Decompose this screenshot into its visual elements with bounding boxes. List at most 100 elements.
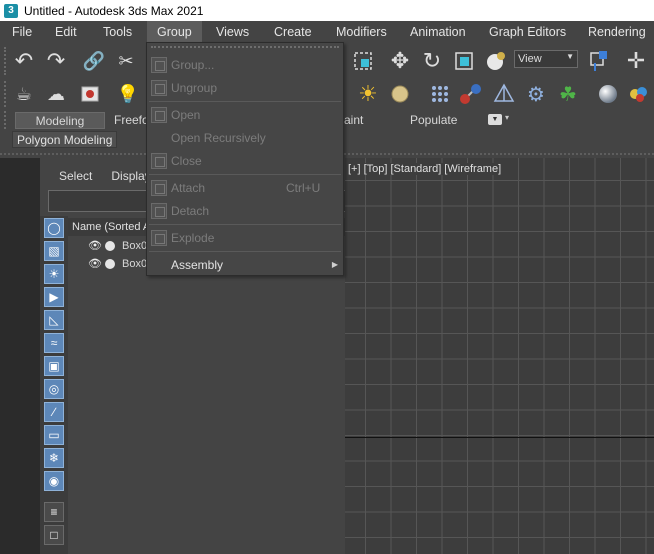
- detach-icon: [151, 203, 167, 219]
- menu-item-attach[interactable]: Attach Ctrl+U: [147, 177, 343, 199]
- explorer-tab-display[interactable]: Display: [111, 166, 150, 186]
- unlink-icon[interactable]: ✂: [114, 49, 138, 73]
- helpers-filter-icon[interactable]: ◺: [44, 310, 64, 330]
- visibility-eye-icon[interactable]: 👁: [88, 237, 102, 255]
- group-icon: [151, 57, 167, 73]
- menu-item-label: Ungroup: [171, 81, 218, 95]
- scale-icon[interactable]: [452, 49, 476, 73]
- toolbar-grip: [4, 111, 8, 129]
- menu-item-label: Attach: [171, 181, 206, 195]
- ribbon-tab-modeling[interactable]: Modeling: [15, 112, 105, 129]
- menu-item-shortcut: Ctrl+U: [286, 181, 321, 195]
- render-frame-icon[interactable]: [78, 82, 102, 106]
- open-group-icon: [151, 107, 167, 123]
- document-icon[interactable]: ≡: [44, 502, 64, 522]
- ribbon-options-icon[interactable]: ▼: [488, 114, 502, 125]
- menu-animation[interactable]: Animation: [410, 21, 466, 43]
- render-setup-icon[interactable]: [626, 82, 650, 106]
- select-manipulate-icon[interactable]: ✛: [624, 48, 648, 73]
- polygon-modeling-panel[interactable]: Polygon Modeling: [12, 131, 118, 148]
- geometry-filter-icon[interactable]: ◯: [44, 218, 64, 238]
- menu-item-label: Open: [171, 108, 201, 122]
- cameras-filter-icon[interactable]: ▶: [44, 287, 64, 307]
- top-viewport[interactable]: [+] [Top] [Standard] [Wireframe]: [345, 158, 654, 554]
- particles-filter-icon[interactable]: ❄: [44, 448, 64, 468]
- pivot-center-icon[interactable]: [586, 48, 612, 74]
- layer-icon[interactable]: □: [44, 525, 64, 545]
- menu-item-detach[interactable]: Detach: [147, 200, 343, 222]
- menu-item-label: Group...: [171, 58, 215, 72]
- molecule-icon[interactable]: [458, 82, 484, 106]
- select-region-icon[interactable]: [351, 49, 375, 73]
- shapes-filter-icon[interactable]: ▧: [44, 241, 64, 261]
- reference-coordinate-value: View: [518, 53, 542, 65]
- menu-create[interactable]: Create: [274, 21, 312, 43]
- ribbon-tab-paint[interactable]: aint: [344, 112, 374, 129]
- reference-coordinate-dropdown[interactable]: View ▼: [514, 50, 578, 68]
- menu-edit[interactable]: Edit: [55, 21, 77, 43]
- menu-item-open-recursively[interactable]: Open Recursively: [147, 127, 343, 149]
- menu-item-close[interactable]: Close: [147, 150, 343, 172]
- spacewarps-filter-icon[interactable]: ≈: [44, 333, 64, 353]
- menu-graph-editors[interactable]: Graph Editors: [489, 21, 566, 43]
- cloud-icon[interactable]: ☁: [44, 82, 68, 106]
- bone-icon[interactable]: [492, 82, 516, 106]
- menu-tools[interactable]: Tools: [103, 21, 132, 43]
- attach-icon: [151, 180, 167, 196]
- menu-divider: [149, 224, 341, 225]
- menu-item-group[interactable]: Group...: [147, 54, 343, 76]
- lights-filter-icon[interactable]: ☀: [44, 264, 64, 284]
- cog-icon[interactable]: ⚙: [524, 82, 548, 106]
- light-bulb-icon[interactable]: 💡: [116, 82, 140, 106]
- sun-icon[interactable]: ☀: [356, 81, 380, 106]
- place-icon[interactable]: [484, 49, 508, 73]
- groups-filter-icon[interactable]: ▣: [44, 356, 64, 376]
- ribbon-tab-freeform[interactable]: Freefo: [114, 112, 150, 129]
- display-filter-icon[interactable]: ◉: [44, 471, 64, 491]
- menu-item-label: Explode: [171, 231, 215, 245]
- menu-divider: [149, 174, 341, 175]
- menu-rendering[interactable]: Rendering: [588, 21, 646, 43]
- menu-views[interactable]: Views: [216, 21, 249, 43]
- menu-tearoff-grip[interactable]: [151, 46, 339, 49]
- menu-file[interactable]: File: [12, 21, 32, 43]
- world-axis-line: [345, 437, 654, 438]
- menu-divider: [149, 251, 341, 252]
- menu-item-label: Assembly: [171, 258, 224, 272]
- menu-item-label: Close: [171, 154, 202, 168]
- menu-modifiers[interactable]: Modifiers: [336, 21, 387, 43]
- undo-icon[interactable]: ↶: [12, 48, 36, 73]
- menu-item-label: Open Recursively: [171, 131, 266, 145]
- menu-item-open[interactable]: Open: [147, 104, 343, 126]
- ungroup-icon: [151, 80, 167, 96]
- particle-grid-icon[interactable]: [428, 82, 452, 106]
- app-logo-icon: 3: [4, 3, 18, 18]
- chevron-down-icon[interactable]: ▾: [505, 113, 509, 122]
- material-sphere-icon[interactable]: [596, 82, 620, 106]
- redo-icon[interactable]: ↷: [44, 48, 68, 73]
- xrefs-filter-icon[interactable]: ◎: [44, 379, 64, 399]
- submenu-arrow-icon: ▶: [331, 260, 338, 269]
- menu-item-assembly[interactable]: Assembly ▶: [147, 254, 343, 276]
- menu-divider: [149, 101, 341, 102]
- menu-group[interactable]: Group: [147, 21, 202, 43]
- disk-light-icon[interactable]: [388, 82, 412, 106]
- viewport-label[interactable]: [+] [Top] [Standard] [Wireframe]: [348, 163, 504, 175]
- move-icon[interactable]: ✥: [388, 48, 412, 73]
- menu-item-ungroup[interactable]: Ungroup: [147, 77, 343, 99]
- ribbon-tab-populate[interactable]: Populate: [410, 112, 470, 129]
- toolbar-grip: [4, 81, 8, 107]
- object-icon: [105, 241, 115, 251]
- chevron-down-icon: ▼: [566, 52, 574, 61]
- rotate-icon[interactable]: ↻: [420, 48, 444, 73]
- bones-filter-icon[interactable]: ∕: [44, 402, 64, 422]
- link-icon[interactable]: 🔗: [82, 49, 106, 73]
- window-title: Untitled - Autodesk 3ds Max 2021: [24, 3, 204, 18]
- foliage-icon[interactable]: ☘: [556, 82, 580, 106]
- menu-item-explode[interactable]: Explode: [147, 227, 343, 249]
- containers-filter-icon[interactable]: ▭: [44, 425, 64, 445]
- teapot-icon[interactable]: ☕: [12, 82, 36, 106]
- explorer-tab-select[interactable]: Select: [59, 166, 92, 186]
- group-menu: Group... Ungroup Open Open Recursively C…: [146, 42, 344, 276]
- visibility-eye-icon[interactable]: 👁: [88, 255, 102, 273]
